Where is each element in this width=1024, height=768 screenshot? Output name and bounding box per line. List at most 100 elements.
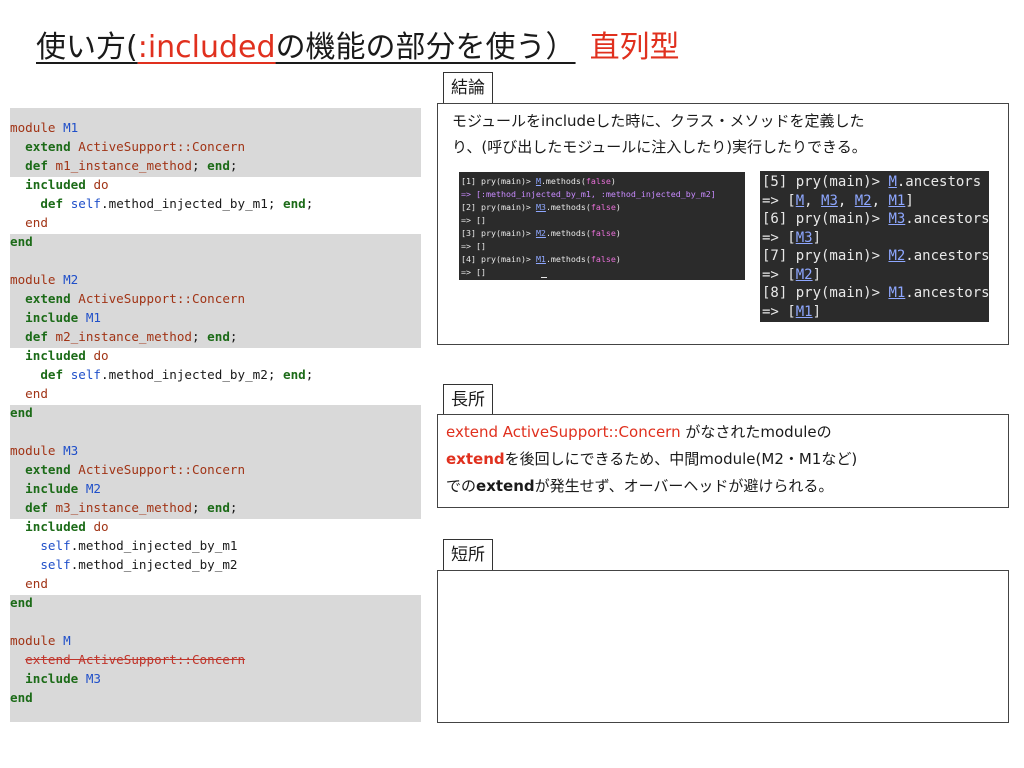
code-panel: module M1 extend ActiveSupport::Concern … xyxy=(10,108,421,722)
code-token: M3 xyxy=(63,443,79,458)
terminal-line: => [M1] xyxy=(762,303,821,321)
code-token: def xyxy=(40,196,64,211)
code-line: self.method_injected_by_m1 xyxy=(10,536,421,555)
terminal-line: => [M2] xyxy=(762,266,821,284)
terminal-token: [1] pry(main)> xyxy=(461,176,536,186)
terminal-token: ] xyxy=(812,229,822,246)
code-token: include xyxy=(25,481,79,496)
code-line: end xyxy=(10,213,421,232)
code-line: end xyxy=(10,384,421,403)
code-line: module M xyxy=(10,631,421,650)
terminal-line: [7] pry(main)> M2.ancestors xyxy=(762,247,990,265)
terminal-token: M2 xyxy=(888,248,906,264)
terminal-token: [6] pry(main)> xyxy=(762,211,889,227)
terminal-token: .methods( xyxy=(540,176,586,186)
terminal-token: M3 xyxy=(888,211,906,227)
code-token: M xyxy=(63,633,71,648)
terminal-token: => [:method_injected_by_m1, :method_inje… xyxy=(461,189,716,199)
code-token: ; xyxy=(305,196,314,211)
code-token: ; xyxy=(229,329,238,344)
terminal-token: .methods( xyxy=(545,254,591,264)
terminal-token: M xyxy=(888,174,897,190)
advantage-code: extend xyxy=(446,450,505,468)
code-token: .method_injected_by_m2 xyxy=(70,557,238,572)
terminal-token: false xyxy=(590,202,616,212)
code-token: extend ActiveSupport::Concern xyxy=(25,652,246,667)
code-line: included do xyxy=(10,175,421,194)
code-token: def xyxy=(40,367,64,382)
code-token: extend xyxy=(25,139,71,154)
terminal-token: ) xyxy=(610,176,616,186)
terminal-token: [8] pry(main)> xyxy=(762,285,889,301)
terminal-token: M1 xyxy=(535,254,546,264)
terminal-token: ) xyxy=(615,228,621,238)
code-token: ActiveSupport::Concern xyxy=(78,462,246,477)
conclusion-label: 結論 xyxy=(443,72,493,104)
page-title: 使い方(:includedの機能の部分を使う） 直列型 xyxy=(36,22,680,66)
code-token: .method_injected_by_m2; xyxy=(101,367,284,382)
terminal-token: false xyxy=(590,254,616,264)
code-line: self.method_injected_by_m2 xyxy=(10,555,421,574)
code-line: end xyxy=(10,232,421,251)
terminal-line: [5] pry(main)> M.ancestors xyxy=(762,173,981,191)
terminal-token: [5] pry(main)> xyxy=(762,174,889,190)
code-lines: module M1 extend ActiveSupport::Concern … xyxy=(10,118,421,707)
code-token: end xyxy=(25,215,48,230)
code-token: end xyxy=(25,386,48,401)
code-token: self xyxy=(40,557,71,572)
advantage-code: extend xyxy=(476,477,535,495)
code-token: end xyxy=(207,329,230,344)
code-line: def self.method_injected_by_m2; end; xyxy=(10,365,421,384)
code-token: M1 xyxy=(85,310,102,325)
terminal-line: [3] pry(main)> M2.methods(false) xyxy=(461,226,621,240)
terminal-token: M1 xyxy=(888,285,906,301)
terminal-line: => [M3] xyxy=(762,229,821,247)
advantage-box: extend ActiveSupport::Concern がなされたmodul… xyxy=(437,414,1009,508)
code-token: ; xyxy=(192,500,208,515)
terminal-token: => [ xyxy=(762,303,796,320)
terminal-line: => [M, M3, M2, M1] xyxy=(762,192,914,210)
code-token: ActiveSupport::Concern xyxy=(78,139,246,154)
code-token: self xyxy=(40,538,71,553)
advantage-text-part: での xyxy=(446,477,477,495)
code-token: extend xyxy=(25,462,71,477)
code-token: end xyxy=(283,196,306,211)
terminal-token: ) xyxy=(615,202,621,212)
code-token: m2_instance_method xyxy=(55,329,192,344)
terminal-line: [8] pry(main)> M1.ancestors xyxy=(762,284,990,302)
code-token: def xyxy=(25,329,48,344)
terminal-line: [1] pry(main)> M.methods(false) xyxy=(461,174,616,188)
code-token: ; xyxy=(229,500,238,515)
terminal-token: , xyxy=(871,192,889,209)
terminal-token: .methods( xyxy=(545,202,591,212)
code-line: end xyxy=(10,688,421,707)
code-token: def xyxy=(25,158,48,173)
code-token: M2 xyxy=(85,481,102,496)
code-token: module xyxy=(10,120,56,135)
terminal-line: => [] xyxy=(461,239,486,253)
code-token: end xyxy=(207,500,230,515)
code-token: module xyxy=(10,633,56,648)
code-token: ; xyxy=(192,329,208,344)
terminal-cursor xyxy=(541,277,547,278)
code-token: included xyxy=(25,519,86,534)
code-line: def m2_instance_method; end; xyxy=(10,327,421,346)
terminal-screenshot-methods: [1] pry(main)> M.methods(false) => [:meth… xyxy=(459,172,745,280)
terminal-token: .ancestors xyxy=(905,211,990,227)
code-line: end xyxy=(10,403,421,422)
code-token: self xyxy=(70,196,102,211)
terminal-token: => [] xyxy=(461,267,486,277)
terminal-token: M3 xyxy=(821,192,838,209)
conclusion-line: モジュールをincludeした時に、クラス・メソッドを定義した xyxy=(452,112,865,130)
code-line: end xyxy=(10,593,421,612)
terminal-token: ] xyxy=(905,192,914,209)
terminal-line: [4] pry(main)> M1.methods(false) xyxy=(461,252,621,266)
title-type: 直列型 xyxy=(589,30,680,65)
code-token: .method_injected_by_m1; xyxy=(101,196,284,211)
code-token: extend xyxy=(25,291,71,306)
